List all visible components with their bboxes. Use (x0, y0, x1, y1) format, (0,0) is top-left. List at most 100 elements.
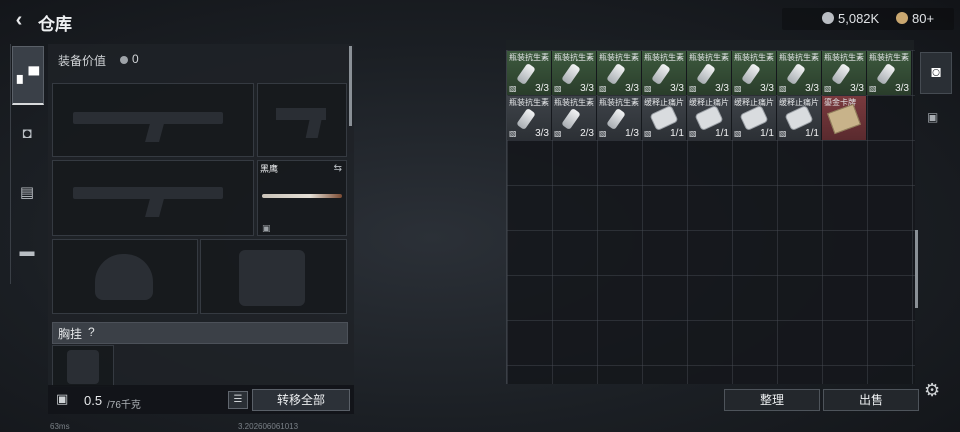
stack-icon: ▧ (734, 129, 742, 138)
item-name: 瓶装抗生素 (734, 53, 774, 62)
stack-icon: ▧ (509, 84, 517, 93)
primary-weapon-slot[interactable] (52, 83, 254, 157)
storage-tab[interactable]: ◙ (920, 52, 952, 94)
storage-item[interactable]: 瓶装抗生素 ▧ 3/3 (867, 51, 911, 95)
equip-value: 0 (120, 52, 139, 66)
item-count: 1/1 (670, 128, 684, 139)
chest-rig-slot[interactable] (52, 345, 114, 387)
gear-icon[interactable]: ⚙ (924, 380, 940, 401)
bottle-item-icon (831, 62, 851, 86)
gold-currency[interactable]: 80+ (896, 11, 934, 26)
sidearm-slot[interactable] (257, 83, 347, 157)
item-name: 瓶装抗生素 (509, 53, 549, 62)
bottle-item-icon (606, 107, 626, 131)
storage-item[interactable]: 瓶装抗生素 ▧ 3/3 (687, 51, 731, 95)
chest-rig-header (52, 322, 348, 344)
storage-item[interactable]: 瓶装抗生素 ▧ 3/3 (507, 96, 551, 140)
back-arrow-icon[interactable]: ‹ (8, 9, 30, 31)
stack-icon: ▧ (779, 84, 787, 93)
gun-icon: ▖▀ (16, 67, 40, 84)
storage-item[interactable]: 缓释止痛片 ▧ 1/1 (642, 96, 686, 140)
storage-item[interactable]: 缓释止痛片 ▧ 1/1 (687, 96, 731, 140)
item-name: 缓释止痛片 (644, 98, 684, 107)
equip-value-label: 装备价值 (58, 54, 107, 68)
nav-weapon-tab[interactable]: ▖▀ (12, 46, 44, 105)
secondary-weapon-slot[interactable] (52, 160, 254, 236)
storage-item[interactable]: 缓释止痛片 ▧ 1/1 (732, 96, 776, 140)
helmet-slot[interactable] (52, 239, 198, 314)
sort-button[interactable]: 整理 (724, 389, 820, 411)
nav-toolbox-tab[interactable]: ▬ (12, 236, 42, 266)
stack-icon: ▧ (824, 84, 832, 93)
item-count: 3/3 (580, 83, 594, 94)
storage-item[interactable]: 瓶装抗生素 ▧ 3/3 (597, 51, 641, 95)
bottle-item-icon (561, 62, 581, 86)
lock-icon[interactable]: ▣ (927, 110, 938, 124)
stack-icon: ▧ (554, 129, 562, 138)
chest-rig-help[interactable]: ? (88, 325, 95, 339)
item-name: 缓释止痛片 (689, 98, 729, 107)
rifle-silhouette-icon (73, 187, 223, 199)
sell-button[interactable]: 出售 (823, 389, 919, 411)
melee-name: 黑鹰 (260, 164, 279, 174)
helmet-silhouette-icon (95, 254, 153, 300)
item-name: 缓释止痛片 (734, 98, 774, 107)
item-count: 3/3 (625, 83, 639, 94)
bottle-item-icon (876, 62, 896, 86)
stack-icon: ▧ (509, 129, 517, 138)
item-count: 3/3 (670, 83, 684, 94)
stack-icon: ▧ (644, 84, 652, 93)
storage-item[interactable]: 瓶装抗生素 ▧ 2/3 (552, 96, 596, 140)
stack-icon: ▧ (869, 84, 877, 93)
version-readout: 3.202606061013 (238, 422, 299, 431)
ping-readout: 63ms (50, 422, 70, 431)
item-name: 瓶装抗生素 (554, 53, 594, 62)
bottle-item-icon (696, 62, 716, 86)
item-name: 瓶装抗生素 (554, 98, 594, 107)
item-count: 3/3 (895, 83, 909, 94)
silver-amount: 5,082K (838, 11, 880, 26)
storage-item[interactable]: 瓶装抗生素 ▧ 3/3 (507, 51, 551, 95)
storage-item[interactable]: 瓶装抗生素 ▧ 3/3 (642, 51, 686, 95)
item-count: 1/1 (760, 128, 774, 139)
top-bar: ‹ 仓库 5,082K 80+ (0, 0, 960, 40)
item-count: 3/3 (535, 83, 549, 94)
bottle-item-icon (741, 62, 761, 86)
armor-slot[interactable] (200, 239, 347, 314)
list-view-icon[interactable]: ☰ (228, 391, 248, 409)
storage-item[interactable]: 瓶装抗生素 ▧ 3/3 (822, 51, 866, 95)
item-count: 1/1 (805, 128, 819, 139)
bottle-item-icon (606, 62, 626, 86)
storage-item[interactable]: 瓶装抗生素 ▧ 1/3 (597, 96, 641, 140)
bottle-item-icon (516, 62, 536, 86)
transfer-all-button[interactable]: 转移全部 (252, 389, 350, 411)
storage-scrollbar[interactable] (915, 230, 918, 308)
item-count: 3/3 (535, 128, 549, 139)
storage-item[interactable]: 鎏金卡牌 (822, 96, 866, 140)
bottle-item-icon (786, 62, 806, 86)
stack-icon: ▧ (689, 84, 697, 93)
storage-item[interactable]: 瓶装抗生素 ▧ 3/3 (777, 51, 821, 95)
swap-icon[interactable]: ⇆ (334, 163, 342, 174)
item-count: 3/3 (805, 83, 819, 94)
item-count: 1/3 (625, 128, 639, 139)
weight-value: 0.5 (84, 393, 103, 408)
storage-item[interactable]: 瓶装抗生素 ▧ 3/3 (732, 51, 776, 95)
clipboard-icon: ▤ (19, 184, 35, 201)
storage-arch-icon: ◙ (931, 64, 941, 81)
toolbox-icon: ▬ (19, 242, 35, 260)
silver-coin-icon (822, 12, 834, 24)
storage-item[interactable]: 缓释止痛片 ▧ 1/1 (777, 96, 821, 140)
armor-silhouette-icon (239, 250, 305, 306)
chest-rig-label: 胸挂 (58, 327, 83, 341)
stack-icon: ▧ (689, 129, 697, 138)
stack-icon: ▧ (644, 129, 652, 138)
bottle-item-icon (561, 107, 581, 131)
item-name: 缓释止痛片 (779, 98, 819, 107)
storage-item[interactable]: 瓶装抗生素 ▧ 3/3 (552, 51, 596, 95)
nav-backpack-tab[interactable]: ◘ (12, 118, 42, 148)
loadout-scrollbar[interactable] (349, 46, 352, 126)
stack-icon: ▧ (554, 84, 562, 93)
melee-slot[interactable]: 黑鹰 ⇆ ▣ (257, 160, 347, 236)
nav-clipboard-tab[interactable]: ▤ (12, 177, 42, 207)
